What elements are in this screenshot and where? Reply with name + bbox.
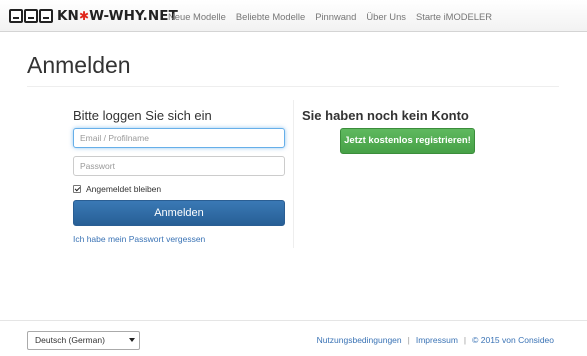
email-field[interactable] bbox=[73, 128, 285, 148]
nav-item-new-models[interactable]: Neue Modelle bbox=[168, 11, 226, 22]
footer-link-imprint[interactable]: Impressum bbox=[416, 335, 458, 345]
footer: Deutsch (German) Nutzungsbedingungen | I… bbox=[0, 320, 587, 356]
language-select[interactable]: Deutsch (German) bbox=[27, 331, 140, 350]
footer-link-terms[interactable]: Nutzungsbedingungen bbox=[317, 335, 402, 345]
logo-icon bbox=[9, 7, 55, 25]
main-nav: Neue Modelle Beliebte Modelle Pinnwand Ü… bbox=[168, 0, 502, 32]
login-button[interactable]: Anmelden bbox=[73, 200, 285, 226]
nav-item-about[interactable]: Über Uns bbox=[366, 11, 406, 22]
page-title: Anmelden bbox=[27, 52, 131, 78]
login-heading: Bitte loggen Sie sich ein bbox=[73, 108, 212, 123]
divider bbox=[27, 86, 559, 87]
footer-link-copyright[interactable]: © 2015 von Consideo bbox=[472, 335, 554, 345]
footer-separator: | bbox=[463, 335, 467, 345]
logo-star-icon: ✱ bbox=[78, 9, 90, 23]
remember-me[interactable]: Angemeldet bleiben bbox=[73, 184, 161, 194]
navbar: KN✱W-WHY.NET Neue Modelle Beliebte Model… bbox=[0, 0, 587, 32]
column-divider bbox=[293, 100, 294, 248]
language-value: Deutsch (German) bbox=[35, 335, 105, 345]
footer-links: Nutzungsbedingungen | Impressum | © 2015… bbox=[317, 335, 554, 345]
footer-separator: | bbox=[407, 335, 410, 345]
nav-item-start-imodeler[interactable]: Starte iMODELER bbox=[416, 11, 492, 22]
remember-label: Angemeldet bleiben bbox=[86, 184, 162, 194]
login-section: Bitte loggen Sie sich ein bbox=[73, 108, 285, 123]
chevron-down-icon bbox=[129, 338, 135, 342]
nav-item-pinboard[interactable]: Pinnwand bbox=[315, 11, 356, 22]
logo-text: KN✱W-WHY.NET bbox=[57, 8, 178, 24]
password-field[interactable] bbox=[73, 156, 285, 176]
register-button[interactable]: Jetzt kostenlos registrieren! bbox=[340, 128, 475, 154]
brand-logo[interactable]: KN✱W-WHY.NET bbox=[9, 6, 178, 26]
nav-item-popular-models[interactable]: Beliebte Modelle bbox=[236, 11, 305, 22]
register-heading: Sie haben noch kein Konto bbox=[302, 108, 469, 123]
forgot-password-link[interactable]: Ich habe mein Passwort vergessen bbox=[73, 234, 205, 244]
remember-checkbox[interactable] bbox=[73, 185, 81, 193]
